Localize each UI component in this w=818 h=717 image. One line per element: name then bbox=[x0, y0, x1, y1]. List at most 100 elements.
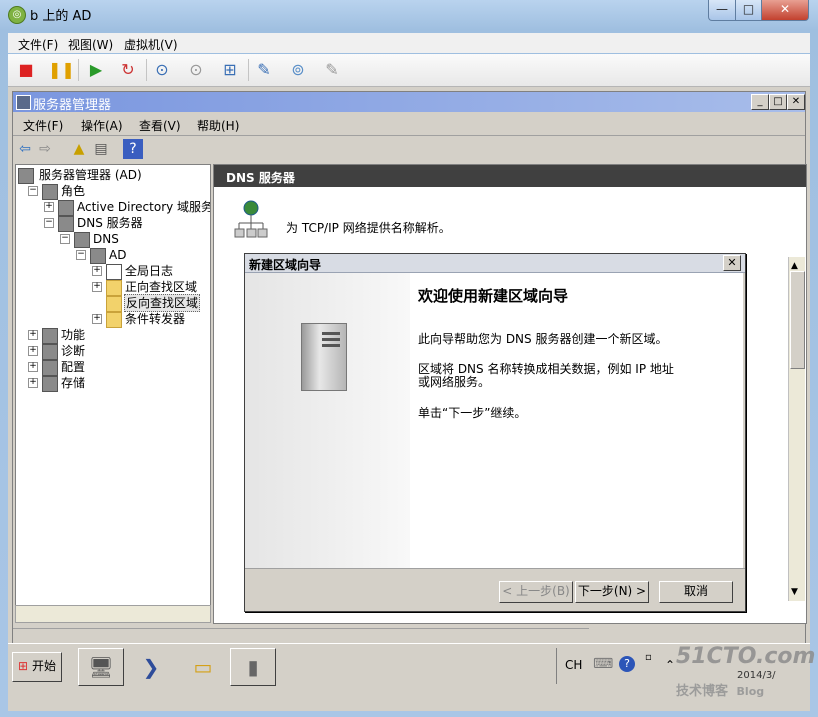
tree-node[interactable]: + 功能 bbox=[16, 327, 208, 344]
taskbar-explorer-icon[interactable]: ▭ bbox=[180, 648, 226, 686]
next-button[interactable]: 下一步(N) > bbox=[575, 581, 649, 603]
collapse-icon[interactable]: − bbox=[28, 186, 38, 196]
sm-toolbar: ⇦ ⇨ ▲ ▤ ? bbox=[13, 136, 805, 162]
sm-maximize-button[interactable]: □ bbox=[769, 94, 787, 110]
tree-node-icon bbox=[106, 312, 122, 328]
play-icon[interactable]: ▶ bbox=[84, 58, 108, 82]
tree-node-icon bbox=[42, 184, 58, 200]
show-hide-tree-icon[interactable]: ▤ bbox=[91, 139, 111, 159]
details-header-title: DNS 服务器 bbox=[226, 171, 295, 185]
expand-icon[interactable]: + bbox=[92, 314, 102, 324]
taskbar-dns-icon[interactable]: ▮ bbox=[230, 648, 276, 686]
tree-node[interactable]: + 全局日志 bbox=[16, 263, 208, 280]
tree-node[interactable]: + 正向查找区域 bbox=[16, 279, 208, 296]
tree-node[interactable]: − DNS bbox=[16, 231, 208, 248]
menu-file[interactable]: 文件(F) bbox=[18, 36, 58, 53]
help-tray-icon[interactable]: ? bbox=[619, 656, 635, 672]
sm-minimize-button[interactable]: _ bbox=[751, 94, 769, 110]
expand-icon[interactable]: + bbox=[28, 362, 38, 372]
tree-node[interactable]: + 存储 bbox=[16, 375, 208, 392]
back-button[interactable]: < 上一步(B) bbox=[499, 581, 573, 603]
close-button[interactable]: ✕ bbox=[761, 0, 809, 21]
expand-icon[interactable]: + bbox=[92, 266, 102, 276]
scroll-thumb[interactable] bbox=[790, 271, 805, 369]
cd-drive-icon[interactable]: ⊚ bbox=[286, 58, 310, 82]
menu-bar: 文件(F) 视图(W) 虚拟机(V) bbox=[8, 33, 810, 53]
wizard-heading: 欢迎使用新建区域向导 bbox=[418, 287, 569, 305]
tree-node[interactable]: − AD bbox=[16, 247, 208, 264]
expand-icon[interactable]: + bbox=[28, 378, 38, 388]
language-indicator[interactable]: CH bbox=[565, 658, 582, 672]
taskbar-powershell-icon[interactable]: ❯ bbox=[128, 648, 174, 686]
stop-icon[interactable]: ■ bbox=[14, 58, 38, 82]
collapse-icon[interactable]: − bbox=[76, 250, 86, 260]
pause-icon[interactable]: ❚❚ bbox=[48, 58, 75, 82]
maximize-button[interactable]: □ bbox=[735, 0, 762, 21]
dns-server-icon bbox=[234, 199, 268, 245]
tree-node-icon bbox=[42, 344, 58, 360]
edit-settings-icon[interactable]: ✎ bbox=[252, 58, 276, 82]
start-label: 开始 bbox=[31, 659, 56, 673]
up-folder-icon[interactable]: ▲ bbox=[69, 139, 89, 159]
tree-node[interactable]: 服务器管理器 (AD) bbox=[16, 167, 208, 184]
revert-snapshot-icon[interactable]: ⊙ bbox=[184, 58, 208, 82]
wizard-content: 欢迎使用新建区域向导 此向导帮助您为 DNS 服务器创建一个新区域。 区域将 D… bbox=[410, 273, 743, 568]
forward-arrow-icon[interactable]: ⇨ bbox=[35, 139, 55, 159]
tree-node-icon bbox=[42, 328, 58, 344]
minimize-button[interactable]: — bbox=[708, 0, 736, 21]
sm-menu-file[interactable]: 文件(F) bbox=[23, 117, 63, 134]
options-icon[interactable]: ▫ bbox=[645, 652, 652, 663]
sm-menu-action[interactable]: 操作(A) bbox=[81, 117, 123, 134]
keyboard-icon[interactable]: ⌨ bbox=[593, 656, 613, 672]
tree-node[interactable]: + 诊断 bbox=[16, 343, 208, 360]
watermark-text: 技术博客 Blog bbox=[676, 680, 764, 699]
menu-view[interactable]: 视图(W) bbox=[68, 36, 113, 53]
taskbar-server-manager-icon[interactable]: 🖥 bbox=[78, 648, 124, 686]
snapshot-icon[interactable]: ⊙ bbox=[150, 58, 174, 82]
back-arrow-icon[interactable]: ⇦ bbox=[15, 139, 35, 159]
tree-node-icon bbox=[42, 360, 58, 376]
toolbar: ■ ❚❚ ▶ ↻ ⊙ ⊙ ⊞ ✎ ⊚ ✎ bbox=[8, 54, 810, 87]
tree-node[interactable]: + Active Directory 域服务 bbox=[16, 199, 211, 216]
tree-node-label: DNS 服务器 bbox=[77, 216, 143, 230]
expand-icon[interactable]: + bbox=[28, 330, 38, 340]
collapse-icon[interactable]: − bbox=[44, 218, 54, 228]
sm-menu-help[interactable]: 帮助(H) bbox=[197, 117, 239, 134]
tree-node-icon bbox=[18, 168, 34, 184]
tree-horizontal-scrollbar[interactable] bbox=[15, 605, 211, 623]
server-manager-titlebar: 服务器管理器 _ □ ✕ bbox=[13, 92, 805, 113]
guest-desktop: 服务器管理器 _ □ ✕ 文件(F) 操作(A) 查看(V) 帮助(H) ⇦ ⇨… bbox=[8, 87, 810, 711]
chevron-up-icon[interactable]: ⌃ bbox=[665, 658, 675, 672]
tree-node[interactable]: − DNS 服务器 bbox=[16, 215, 208, 232]
tree-node[interactable]: 反向查找区域 bbox=[16, 294, 208, 312]
floppy-icon[interactable]: ✎ bbox=[320, 58, 344, 82]
collapse-icon[interactable]: − bbox=[60, 234, 70, 244]
menu-vm[interactable]: 虚拟机(V) bbox=[124, 36, 178, 53]
tree-node-icon bbox=[58, 200, 74, 216]
details-vertical-scrollbar[interactable]: ▲ ▼ bbox=[788, 257, 805, 601]
scroll-down-icon[interactable]: ▼ bbox=[791, 587, 798, 597]
expand-icon[interactable]: + bbox=[92, 282, 102, 292]
tree-node-label: Active Directory 域服务 bbox=[77, 200, 211, 214]
tree-node[interactable]: − 角色 bbox=[16, 183, 208, 200]
server-slot bbox=[322, 338, 340, 341]
snapshot-manager-icon[interactable]: ⊞ bbox=[218, 58, 242, 82]
tree-node-label: 条件转发器 bbox=[125, 312, 186, 326]
sm-menu-bar: 文件(F) 操作(A) 查看(V) 帮助(H) bbox=[13, 113, 805, 136]
cancel-button[interactable]: 取消 bbox=[659, 581, 733, 603]
details-description: 为 TCP/IP 网络提供名称解析。 bbox=[286, 221, 451, 235]
reset-icon[interactable]: ↻ bbox=[116, 58, 140, 82]
tree-node[interactable]: + 条件转发器 bbox=[16, 311, 208, 328]
start-button[interactable]: ⊞ 开始 bbox=[12, 652, 62, 682]
wizard-intro-text: 此向导帮助您为 DNS 服务器创建一个新区域。 bbox=[418, 332, 668, 346]
tree-node-label: 诊断 bbox=[61, 344, 86, 358]
expand-icon[interactable]: + bbox=[28, 346, 38, 356]
wizard-close-icon[interactable]: ✕ bbox=[723, 255, 741, 271]
sm-close-button[interactable]: ✕ bbox=[787, 94, 805, 110]
sm-menu-view[interactable]: 查看(V) bbox=[139, 117, 181, 134]
tree-node-label: 存储 bbox=[61, 376, 86, 390]
scroll-up-icon[interactable]: ▲ bbox=[791, 261, 798, 271]
help-icon[interactable]: ? bbox=[123, 139, 143, 159]
tree-node[interactable]: + 配置 bbox=[16, 359, 208, 376]
expand-icon[interactable]: + bbox=[44, 202, 54, 212]
